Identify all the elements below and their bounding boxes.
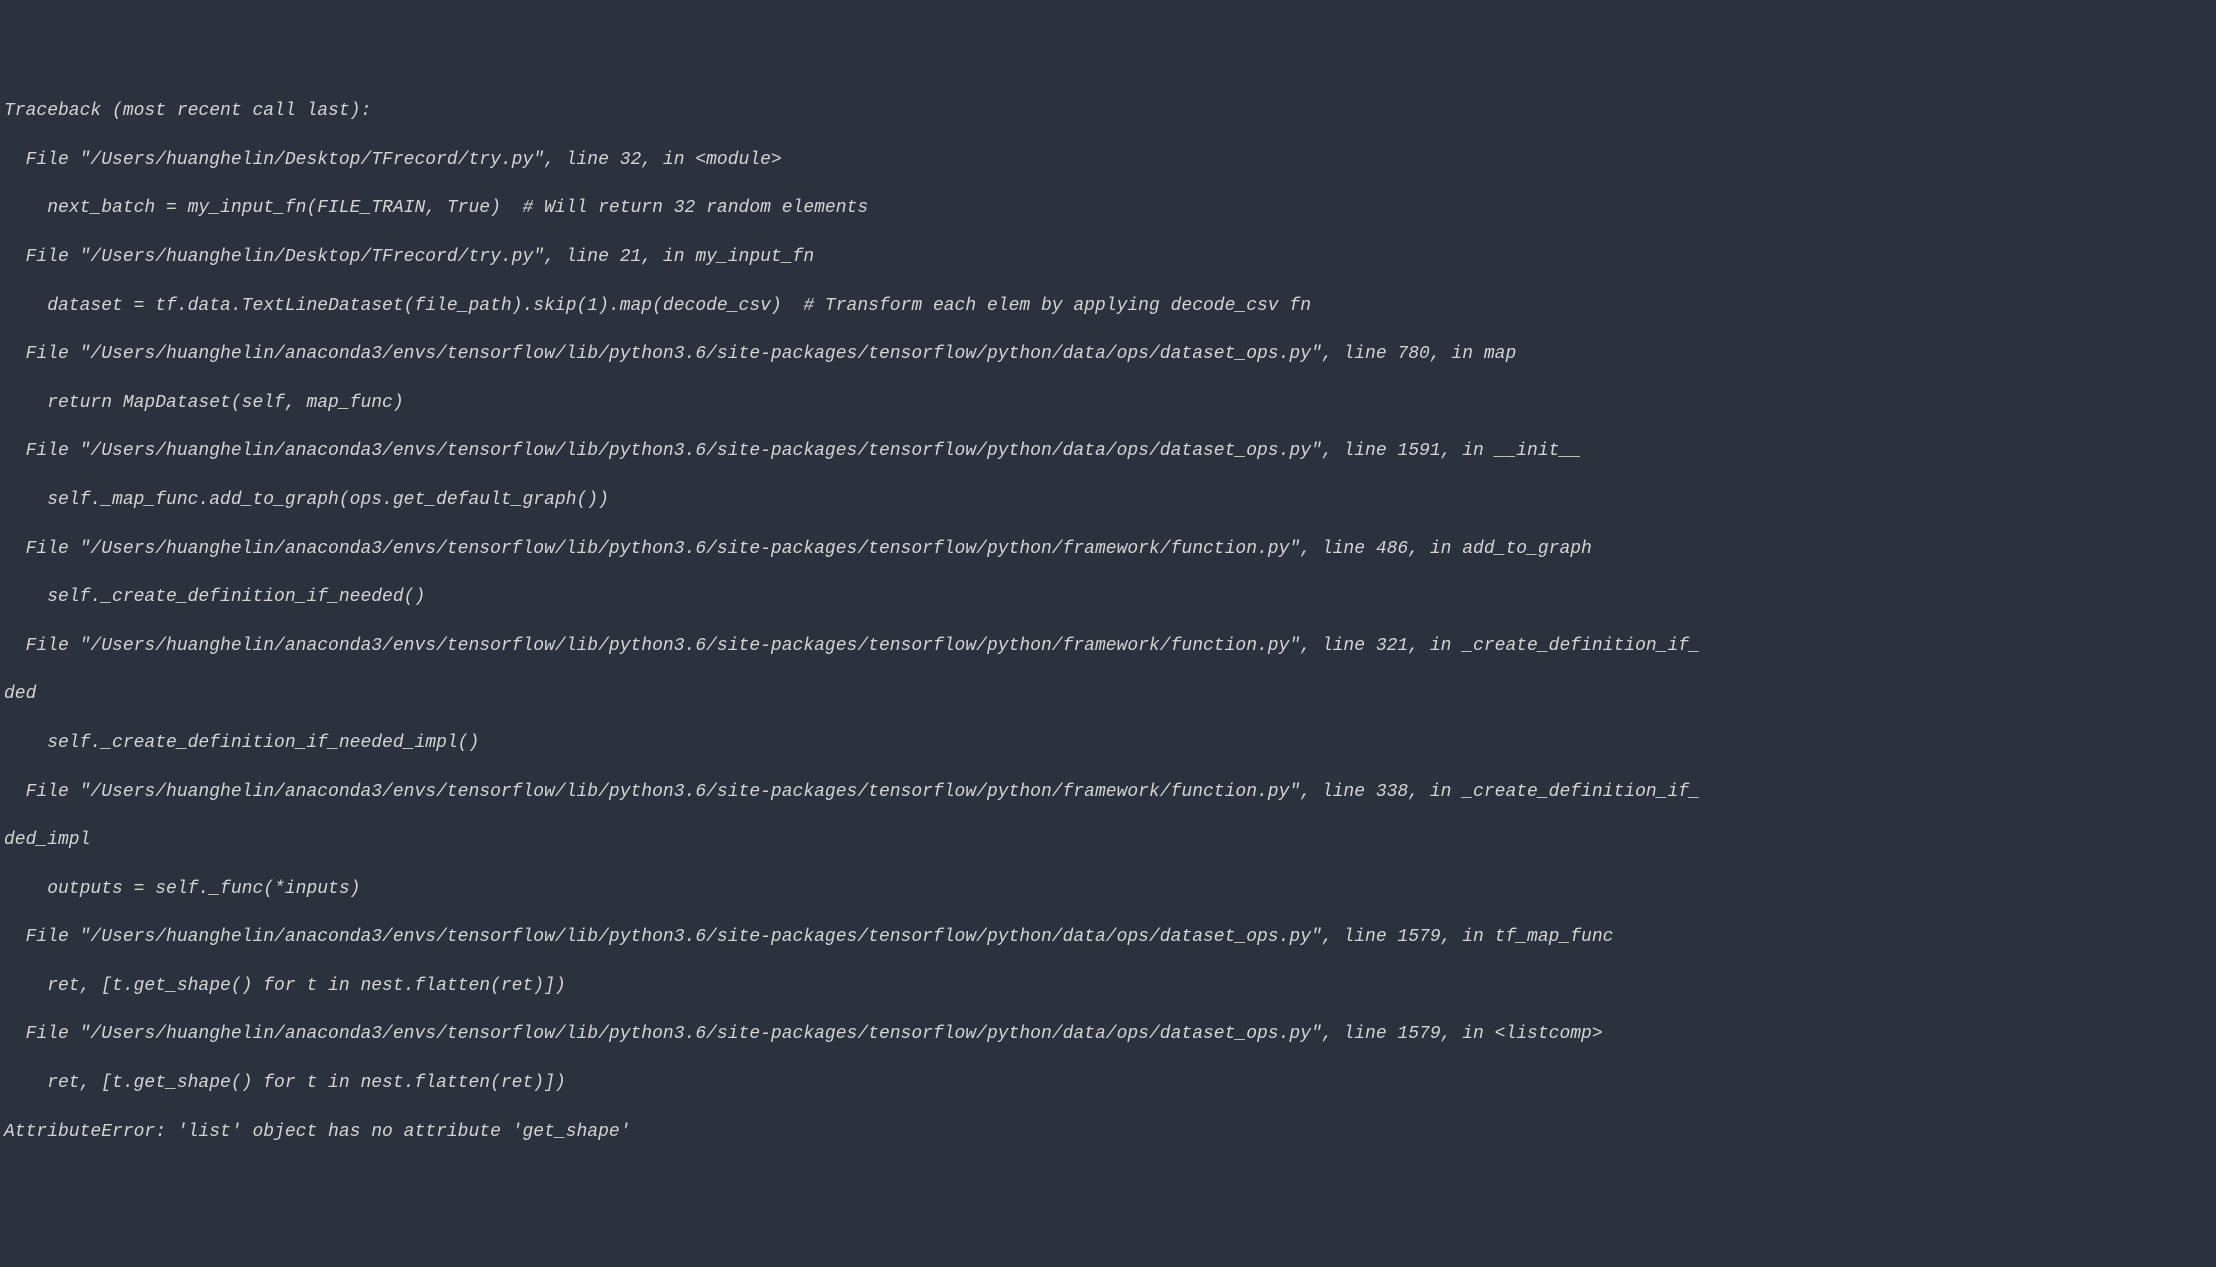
frame-file: File "/Users/huanghelin/anaconda3/envs/t… <box>4 537 2212 561</box>
frame-code: outputs = self._func(*inputs) <box>4 877 2212 901</box>
frame-code: ret, [t.get_shape() for t in nest.flatte… <box>4 1071 2212 1095</box>
frame-file-continuation: ded_impl <box>4 828 2212 852</box>
frame-code: self._create_definition_if_needed_impl() <box>4 731 2212 755</box>
frame-code: self._create_definition_if_needed() <box>4 585 2212 609</box>
frame-file: File "/Users/huanghelin/anaconda3/envs/t… <box>4 780 2212 804</box>
frame-code: next_batch = my_input_fn(FILE_TRAIN, Tru… <box>4 196 2212 220</box>
frame-code: ret, [t.get_shape() for t in nest.flatte… <box>4 974 2212 998</box>
error-line: AttributeError: 'list' object has no att… <box>4 1120 2212 1144</box>
frame-file: File "/Users/huanghelin/anaconda3/envs/t… <box>4 634 2212 658</box>
frame-file-continuation: ded <box>4 682 2212 706</box>
frame-file: File "/Users/huanghelin/anaconda3/envs/t… <box>4 1022 2212 1046</box>
frame-code: dataset = tf.data.TextLineDataset(file_p… <box>4 294 2212 318</box>
frame-file: File "/Users/huanghelin/Desktop/TFrecord… <box>4 245 2212 269</box>
frame-code: return MapDataset(self, map_func) <box>4 391 2212 415</box>
frame-file: File "/Users/huanghelin/anaconda3/envs/t… <box>4 439 2212 463</box>
frame-file: File "/Users/huanghelin/anaconda3/envs/t… <box>4 342 2212 366</box>
frame-file: File "/Users/huanghelin/Desktop/TFrecord… <box>4 148 2212 172</box>
frame-code: self._map_func.add_to_graph(ops.get_defa… <box>4 488 2212 512</box>
traceback-header: Traceback (most recent call last): <box>4 99 2212 123</box>
frame-file: File "/Users/huanghelin/anaconda3/envs/t… <box>4 925 2212 949</box>
